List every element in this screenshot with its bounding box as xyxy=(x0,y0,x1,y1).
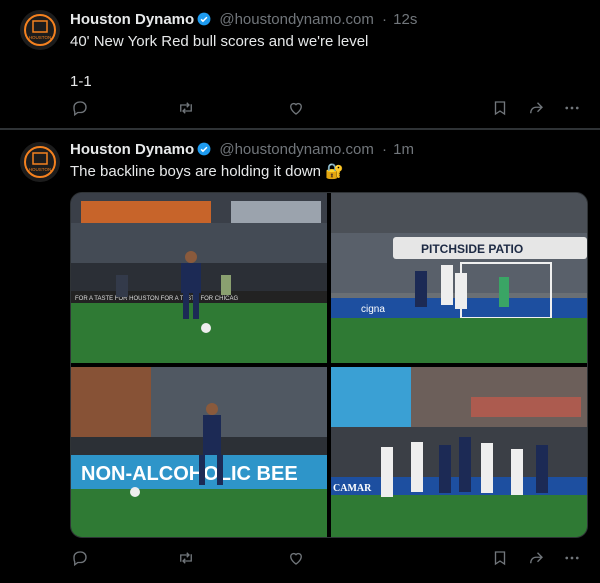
repost-icon xyxy=(180,102,192,114)
author-name[interactable]: Houston Dynamo xyxy=(70,141,194,158)
action-bar xyxy=(70,98,590,118)
post-text-body: The backline boys are holding it down xyxy=(70,163,321,180)
bookmark-button[interactable] xyxy=(490,98,510,118)
repost-icon xyxy=(180,552,192,564)
image-grid: FOR A TASTE FOR HOUSTON FOR A TASTE FOR … xyxy=(70,192,588,538)
photo-2[interactable]: PITCHSIDE PATIO cigna xyxy=(331,193,587,363)
reply-button[interactable] xyxy=(70,98,90,118)
post-header: Houston Dynamo @houstondynamo.com · 1m xyxy=(70,140,414,160)
more-icon xyxy=(565,556,579,560)
photo-2-signage: PITCHSIDE PATIO xyxy=(421,242,523,256)
lock-emoji: 🔐 xyxy=(325,163,344,180)
like-icon xyxy=(290,102,302,115)
photo-4[interactable]: CAMAR xyxy=(331,367,587,537)
share-icon xyxy=(530,552,543,564)
like-icon xyxy=(290,552,302,565)
post-header: Houston Dynamo @houstondynamo.com · 12s xyxy=(70,10,417,30)
repost-button[interactable] xyxy=(176,98,196,118)
photo-4-signage: CAMAR xyxy=(333,483,372,494)
photo-1-signage: FOR A TASTE FOR HOUSTON FOR A TASTE FOR … xyxy=(75,296,238,302)
action-bar xyxy=(70,548,590,568)
dynamo-logo-icon: HOUSTON xyxy=(20,142,60,182)
avatar-label: HOUSTON xyxy=(29,35,51,40)
bookmark-icon xyxy=(494,101,506,116)
author-name[interactable]: Houston Dynamo xyxy=(70,11,194,28)
avatar[interactable]: HOUSTON xyxy=(20,142,60,182)
reply-icon xyxy=(73,551,87,567)
photo-1[interactable]: FOR A TASTE FOR HOUSTON FOR A TASTE FOR … xyxy=(71,193,327,363)
like-button[interactable] xyxy=(286,548,306,568)
timestamp[interactable]: 1m xyxy=(393,141,414,158)
post-text: The backline boys are holding it down 🔐 xyxy=(70,162,344,182)
dynamo-logo-icon: HOUSTON xyxy=(20,10,60,50)
reply-button[interactable] xyxy=(70,548,90,568)
verified-badge-icon xyxy=(197,142,211,156)
photo-3-signage: NON-ALCOHOLIC BEE xyxy=(81,463,298,485)
more-icon xyxy=(565,106,579,110)
more-button[interactable] xyxy=(562,548,582,568)
post[interactable]: HOUSTON Houston Dynamo @houstondynamo.co… xyxy=(0,0,600,128)
share-button[interactable] xyxy=(526,548,546,568)
avatar-label: HOUSTON xyxy=(29,167,51,172)
bookmark-button[interactable] xyxy=(490,548,510,568)
reply-icon xyxy=(73,101,87,117)
bookmark-icon xyxy=(494,551,506,566)
photo-2-sponsor: cigna xyxy=(361,304,385,315)
avatar[interactable]: HOUSTON xyxy=(20,10,60,50)
repost-button[interactable] xyxy=(176,548,196,568)
separator: · xyxy=(382,11,387,28)
share-icon xyxy=(530,102,543,114)
post[interactable]: HOUSTON Houston Dynamo @houstondynamo.co… xyxy=(0,130,600,583)
more-button[interactable] xyxy=(562,98,582,118)
timestamp[interactable]: 12s xyxy=(393,11,417,28)
share-button[interactable] xyxy=(526,98,546,118)
author-handle[interactable]: @houstondynamo.com xyxy=(219,11,373,28)
post-text: 40' New York Red bull scores and we're l… xyxy=(70,33,369,90)
verified-badge-icon xyxy=(197,12,211,26)
separator: · xyxy=(382,141,387,158)
like-button[interactable] xyxy=(286,98,306,118)
author-handle[interactable]: @houstondynamo.com xyxy=(219,141,373,158)
photo-3[interactable]: NON-ALCOHOLIC BEE xyxy=(71,367,327,537)
